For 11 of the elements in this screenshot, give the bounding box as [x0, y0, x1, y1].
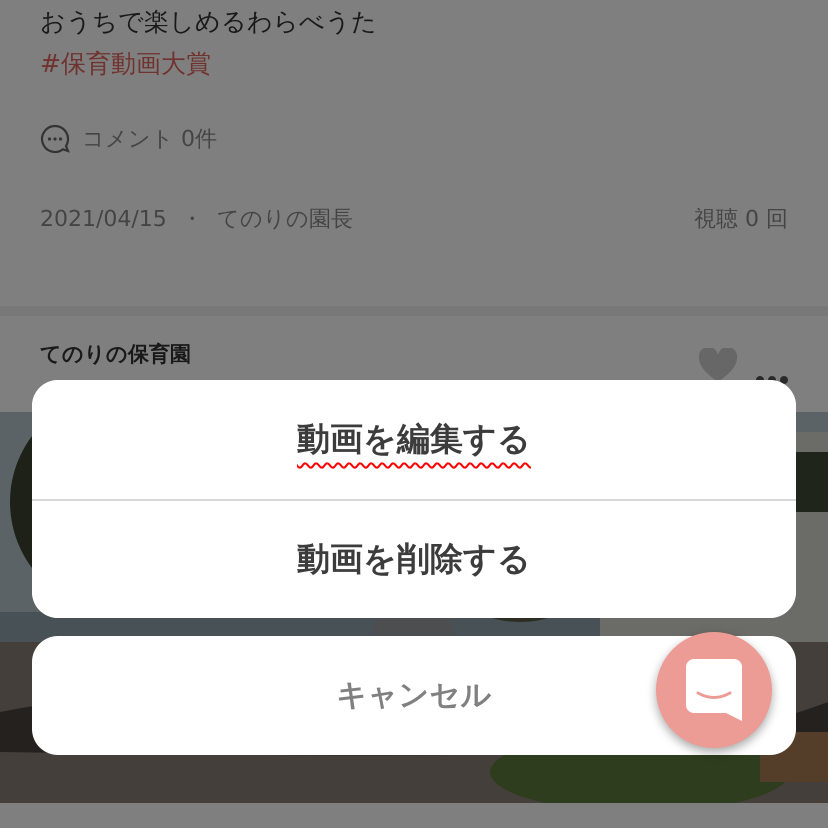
author-name: てのりの園長 — [216, 206, 353, 234]
post-title: おうちで楽しめるわらべうた — [40, 6, 378, 38]
chat-icon — [686, 659, 742, 721]
action-button[interactable]: 動画を削除する — [32, 499, 796, 618]
hashtag-link[interactable]: #保育動画大賞 — [40, 44, 788, 84]
separator-dot: ・ — [180, 206, 203, 234]
view-count: 視聴 0 回 — [694, 206, 788, 234]
comment-icon — [40, 124, 70, 154]
comment-count[interactable]: コメント 0件 — [82, 124, 217, 154]
channel-name: てのりの保育園 — [40, 341, 191, 368]
post-date: 2021/04/15 — [40, 206, 167, 232]
